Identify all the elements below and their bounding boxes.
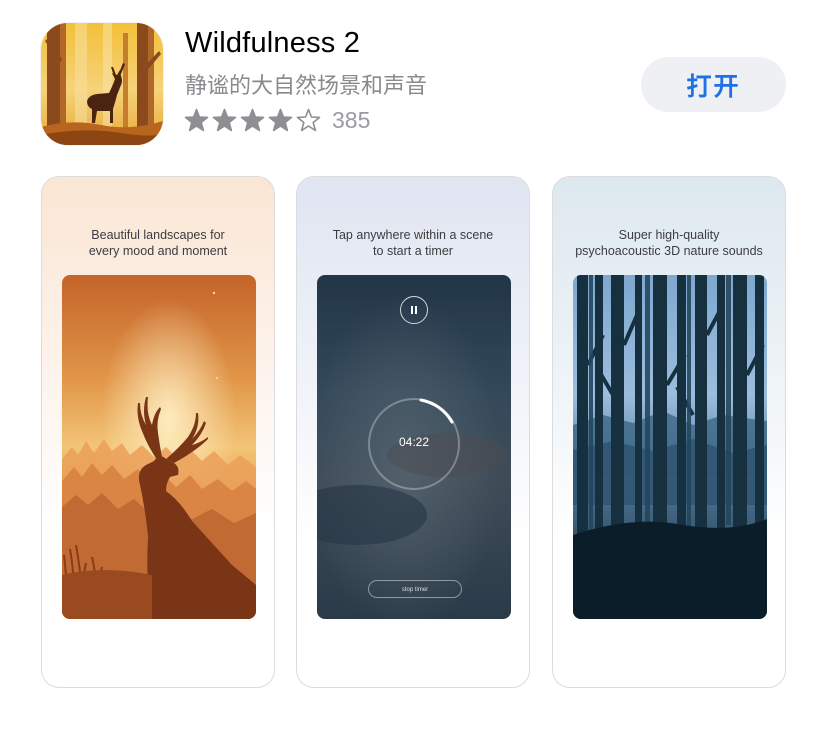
star-filled-icon [268, 108, 293, 131]
pause-icon[interactable] [400, 296, 428, 324]
star-outline-icon [296, 108, 321, 131]
caption-line: Super high-quality [618, 228, 720, 242]
caption-line: Beautiful landscapes for [91, 228, 225, 242]
star-filled-icon [184, 108, 209, 131]
caption-line: to start a timer [373, 244, 453, 258]
caption-line: every mood and moment [88, 244, 228, 258]
star-rating [184, 108, 321, 133]
screenshot-caption: Beautiful landscapes for every mood and … [50, 227, 266, 259]
timer-scene[interactable]: 04:22 stop timer [317, 275, 511, 619]
caption-line: Tap anywhere within a scene [332, 228, 494, 242]
rating-row: 385 [184, 104, 370, 136]
screenshot-card[interactable]: Super high-quality psychoacoustic 3D nat… [552, 176, 786, 688]
star-filled-icon [212, 108, 237, 131]
open-button[interactable]: 打开 [641, 57, 786, 112]
deer-sunset-scene [62, 275, 256, 619]
screenshot-card[interactable]: Beautiful landscapes for every mood and … [41, 176, 275, 688]
blue-forest-scene [573, 275, 767, 619]
app-icon[interactable] [41, 23, 163, 145]
stop-timer-button[interactable]: stop timer [368, 580, 462, 598]
app-header: Wildfulness 2 静谧的大自然场景和声音 385 打开 [0, 0, 828, 160]
screenshot-caption: Tap anywhere within a scene to start a t… [305, 227, 521, 259]
timer-value: 04:22 [398, 435, 430, 449]
star-filled-icon [240, 108, 265, 131]
rating-count: 385 [332, 106, 371, 133]
screenshot-caption: Super high-quality psychoacoustic 3D nat… [561, 227, 777, 259]
app-subtitle: 静谧的大自然场景和声音 [185, 74, 428, 99]
caption-line: psychoacoustic 3D nature sounds [575, 244, 763, 258]
screenshot-card[interactable]: Tap anywhere within a scene to start a t… [296, 176, 530, 688]
app-title: Wildfulness 2 [185, 27, 361, 59]
